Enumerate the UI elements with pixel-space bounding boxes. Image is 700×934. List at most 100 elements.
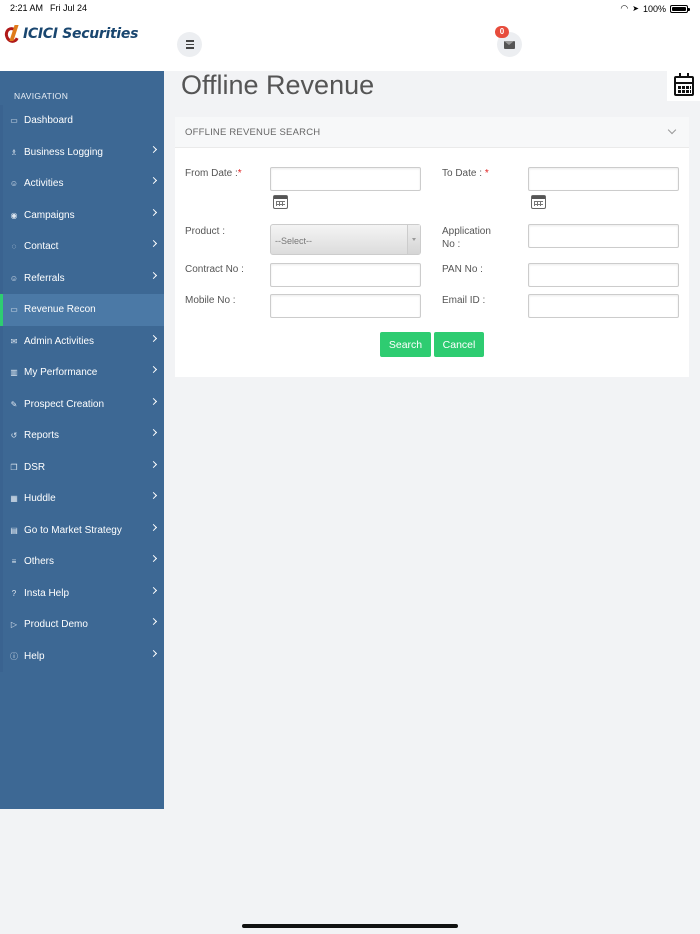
to-date-input[interactable]: [528, 167, 679, 191]
chat-icon: ◌: [11, 242, 17, 252]
chevron-right-icon: [149, 460, 158, 468]
mail-count-badge: 0: [495, 26, 509, 38]
panel-header[interactable]: OFFLINE REVENUE SEARCH: [175, 117, 689, 148]
status-right: ◠ ➤ 100%: [620, 3, 690, 14]
logo-mark-icon: [2, 25, 22, 45]
search-panel: OFFLINE REVENUE SEARCH From Date :* To D…: [175, 117, 689, 377]
sidebar-item-activities[interactable]: ☺ Activities: [0, 168, 164, 200]
wifi-icon: ◠: [620, 3, 629, 13]
from-date-calendar-icon[interactable]: [273, 195, 288, 209]
sidebar-item-label: Activities: [24, 178, 64, 190]
mobile-no-input[interactable]: [270, 294, 421, 318]
sidebar-item-label: Admin Activities: [24, 335, 95, 347]
sidebar-item-help[interactable]: ⓘ Help: [0, 640, 164, 672]
required-mark: *: [237, 168, 242, 179]
monitor-icon: ▭: [10, 116, 18, 126]
sidebar-item-label: Huddle: [24, 493, 56, 505]
sidebar-item-contact[interactable]: ◌ Contact: [0, 231, 164, 263]
home-indicator[interactable]: [242, 924, 458, 928]
sidebar-item-prospect-creation[interactable]: ✎ Prospect Creation: [0, 388, 164, 420]
sidebar: NAVIGATION ▭ Dashboard ♗ Business Logging ☺ A…: [0, 71, 164, 809]
bar-chart-icon: ▥: [10, 368, 18, 378]
sidebar-item-label: Go to Market Strategy: [24, 524, 122, 536]
chevron-right-icon: [149, 208, 158, 216]
chevron-right-icon: [149, 617, 158, 626]
battery-percent: 100%: [642, 3, 666, 14]
chevron-right-icon: [149, 176, 158, 185]
chevron-right-icon: [149, 523, 158, 531]
sidebar-item-label: Contact: [24, 241, 59, 253]
select-arrow-icon: [407, 225, 420, 254]
calendar-icon: [673, 73, 694, 96]
sidebar-nav-list: ▭ Dashboard ♗ Business Logging ☺ Activities ◉ C…: [0, 105, 164, 672]
cancel-button[interactable]: Cancel: [434, 332, 484, 357]
sidebar-item-label: My Performance: [24, 367, 98, 379]
logo-text: ICICI Securities: [23, 26, 139, 42]
battery-icon: [670, 4, 690, 13]
to-date-calendar-icon[interactable]: [531, 195, 546, 209]
sidebar-item-product-demo[interactable]: ▷ Product Demo: [0, 609, 164, 641]
sidebar-item-reports[interactable]: ↺ Reports: [0, 420, 164, 452]
mobile-no-label: Mobile No :: [185, 295, 236, 306]
panel-title: OFFLINE REVENUE SEARCH: [185, 127, 321, 138]
chevron-right-icon: [149, 334, 158, 342]
sidebar-item-label: Business Logging: [24, 146, 103, 158]
pan-no-input[interactable]: [528, 263, 679, 287]
sidebar-item-label: DSR: [24, 461, 46, 473]
users-icon: ☺: [9, 179, 19, 189]
sidebar-title: NAVIGATION: [14, 91, 69, 101]
sidebar-item-go-to-market-strategy[interactable]: ▤ Go to Market Strategy: [0, 514, 164, 546]
sidebar-item-dashboard[interactable]: ▭ Dashboard: [0, 105, 164, 137]
map-pin-icon: ◉: [10, 210, 18, 220]
sidebar-item-business-logging[interactable]: ♗ Business Logging: [0, 136, 164, 168]
user-group-icon: ☺: [9, 273, 19, 283]
chevron-right-icon: [149, 649, 158, 657]
sidebar-item-dsr[interactable]: ❐ DSR: [0, 451, 164, 483]
from-date-label: From Date :*: [185, 168, 242, 179]
chevron-right-icon: [149, 239, 158, 248]
sidebar-item-label: Insta Help: [24, 587, 70, 599]
sidebar-item-revenue-recon[interactable]: ▭ Revenue Recon: [0, 294, 164, 326]
chevron-right-icon: [149, 397, 158, 405]
application-no-input[interactable]: [528, 224, 679, 248]
sidebar-item-huddle[interactable]: ▦ Huddle: [0, 483, 164, 515]
status-bar: 2:21 AM Fri Jul 24 ◠ ➤ 100%: [0, 0, 700, 16]
grid-icon: ▦: [10, 494, 18, 504]
edit-icon: ✎: [10, 399, 18, 409]
sidebar-item-label: Referrals: [24, 272, 65, 284]
calendar-button[interactable]: [667, 71, 700, 101]
chevron-right-icon: [149, 554, 158, 563]
list-icon: ≡: [11, 557, 17, 567]
sidebar-item-others[interactable]: ≡ Others: [0, 546, 164, 578]
from-date-input[interactable]: [270, 167, 421, 191]
sidebar-item-referrals[interactable]: ☺ Referrals: [0, 262, 164, 294]
sidebar-item-insta-help[interactable]: ? Insta Help: [0, 577, 164, 609]
sidebar-item-label: Product Demo: [24, 619, 88, 631]
contract-no-label: Contract No :: [185, 264, 244, 275]
app-header: ICICI Securities 0: [0, 16, 700, 71]
logo[interactable]: ICICI Securities: [2, 25, 139, 45]
chevron-right-icon: [149, 428, 158, 437]
sidebar-item-campaigns[interactable]: ◉ Campaigns: [0, 199, 164, 231]
question-icon: ?: [11, 588, 17, 598]
email-id-input[interactable]: [528, 294, 679, 318]
pan-no-label: PAN No :: [442, 264, 483, 275]
sidebar-item-admin-activities[interactable]: ✉ Admin Activities: [0, 325, 164, 357]
status-date: Fri Jul 24: [50, 3, 88, 13]
envelope-icon: ✉: [10, 336, 18, 346]
to-date-label: To Date : *: [442, 168, 489, 179]
chevron-down-icon[interactable]: [667, 125, 677, 135]
search-button[interactable]: Search: [380, 332, 431, 357]
menu-toggle-button[interactable]: [177, 32, 202, 57]
product-label: Product :: [185, 226, 226, 237]
application-no-label: Application No :: [442, 226, 491, 250]
chevron-right-icon: [149, 586, 158, 594]
required-mark: *: [484, 168, 489, 179]
contract-no-input[interactable]: [270, 263, 421, 287]
chevron-right-icon: [149, 271, 158, 279]
hamburger-icon: [185, 40, 194, 42]
play-icon: ▷: [10, 620, 18, 630]
folder-icon: ▭: [10, 305, 18, 315]
sidebar-item-my-performance[interactable]: ▥ My Performance: [0, 357, 164, 389]
product-select[interactable]: --Select--: [270, 224, 421, 255]
